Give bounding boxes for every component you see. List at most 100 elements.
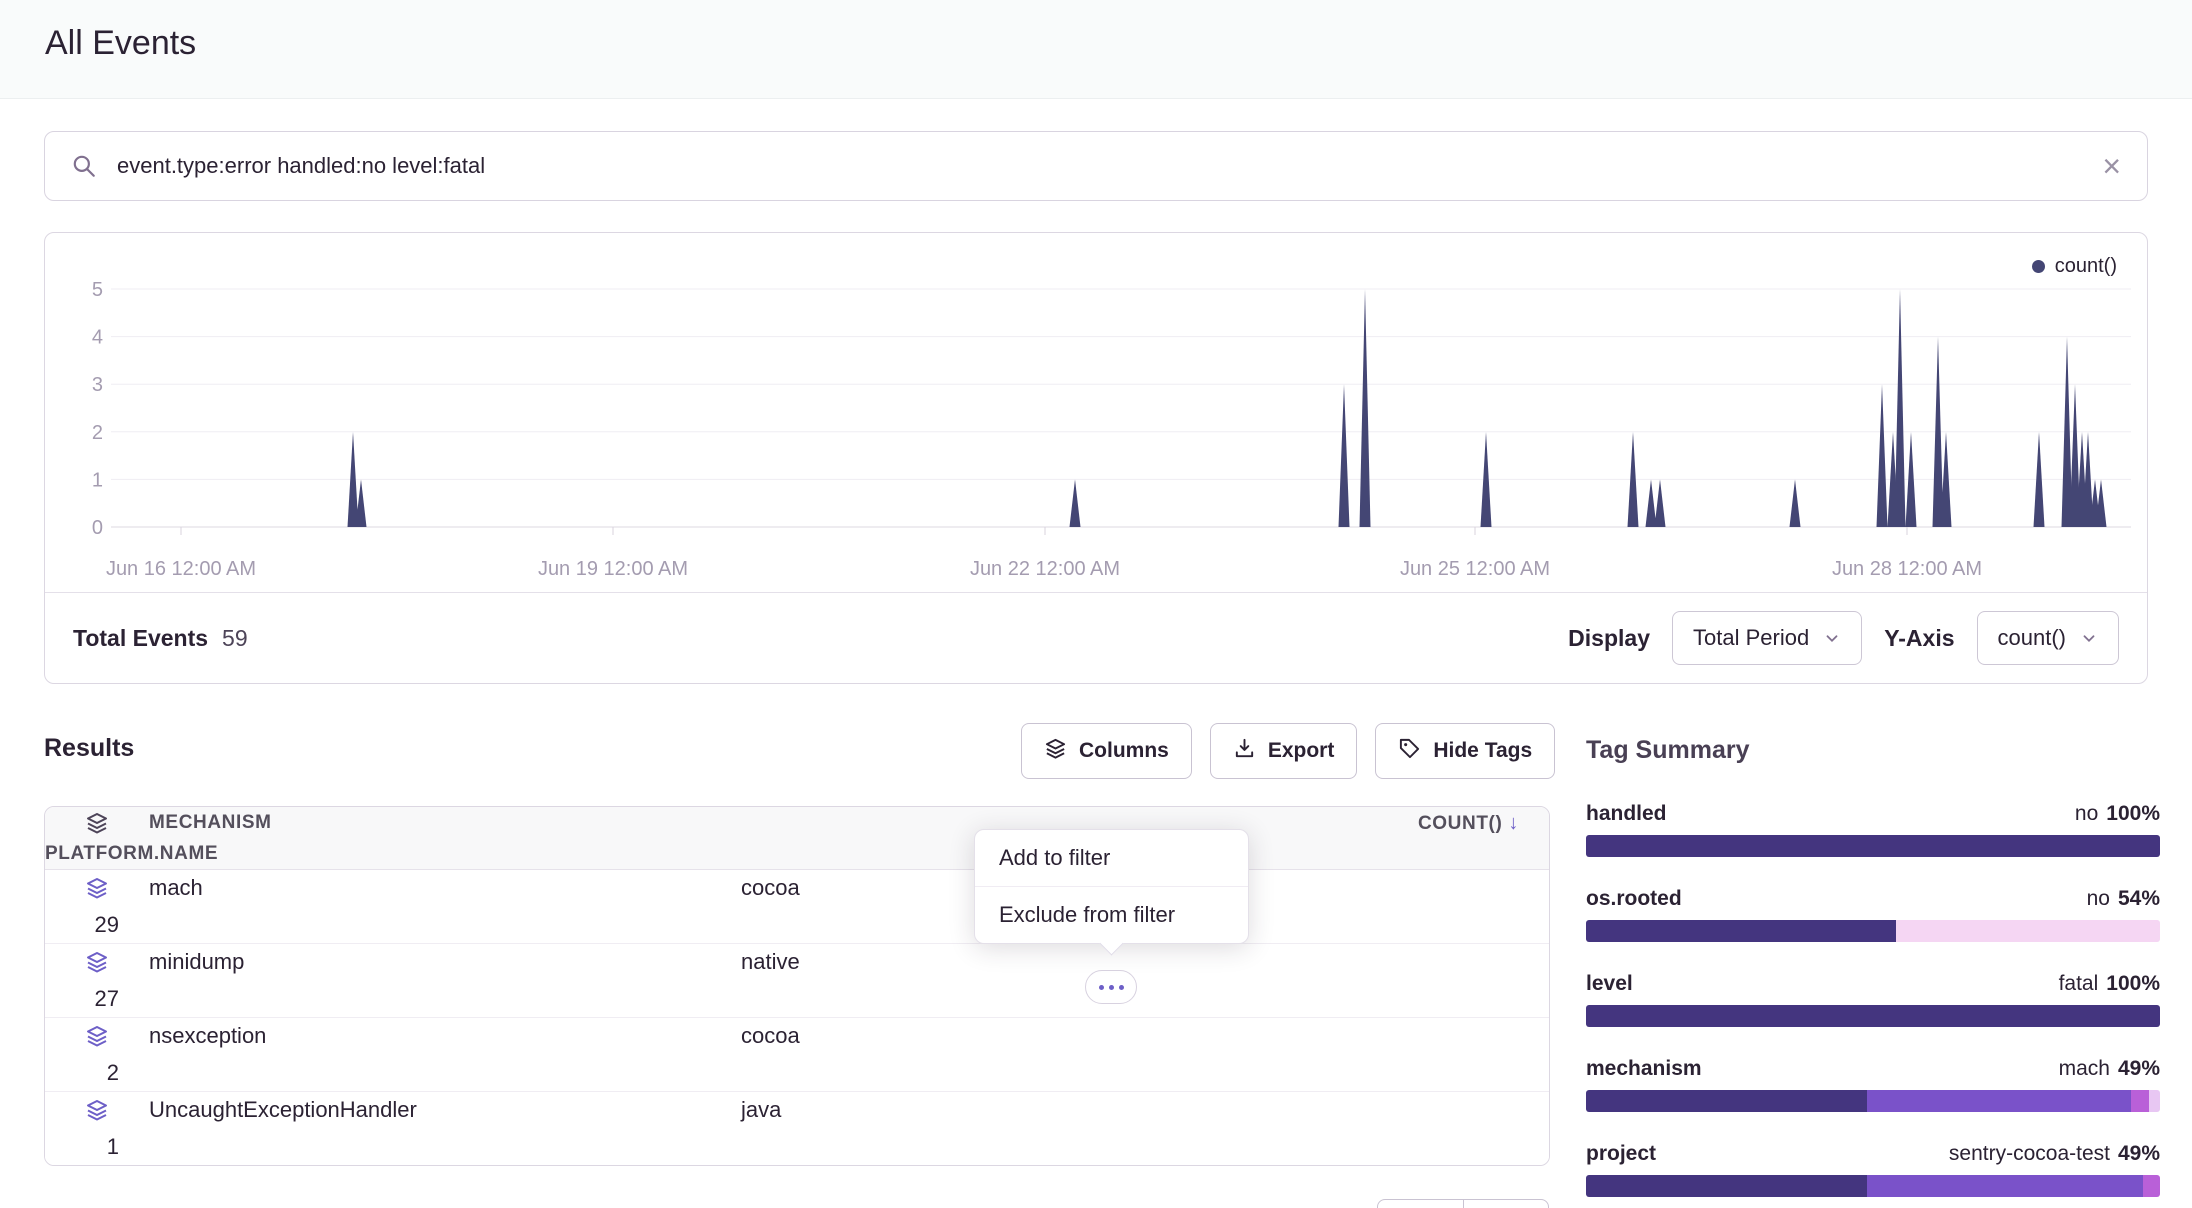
tag-value: no54% [2087,886,2160,912]
tag-entry: mechanism mach49% [1586,1056,2160,1112]
tag-entry: handled no100% [1586,801,2160,857]
y-axis-label: Y-Axis [1884,625,1954,652]
cell-platform: native [741,949,1549,975]
total-events-label: Total Events [73,625,208,652]
cell-count: 1 [45,1134,149,1160]
column-header-count-label: COUNT() [1418,813,1502,834]
layers-icon [85,1098,109,1122]
results-heading: Results [44,734,134,763]
tag-distribution-bar[interactable] [1586,920,2160,942]
chevron-down-icon [2080,629,2098,647]
display-select-value: Total Period [1693,625,1809,651]
svg-text:0: 0 [92,517,103,539]
app-window: All Events × count() 5 4 3 2 1 0Jun 16 12:00 … [0,0,2192,1208]
svg-text:5: 5 [92,279,103,301]
tag-distribution-bar[interactable] [1586,1005,2160,1027]
search-bar[interactable]: × [44,131,2148,201]
tag-distribution-bar[interactable] [1586,1090,2160,1112]
tag-entry: os.rooted no54% [1586,886,2160,942]
tag-name: mechanism [1586,1056,1702,1082]
cell-mechanism: mach [149,875,741,901]
hide-tags-button-label: Hide Tags [1433,739,1532,763]
pagination[interactable] [1377,1199,1549,1208]
y-axis-select-value: count() [1998,625,2066,651]
cell-actions-button[interactable] [1085,970,1137,1004]
svg-text:2: 2 [92,422,103,444]
svg-text:Jun 19 12:00 AM: Jun 19 12:00 AM [538,558,688,580]
cell-mechanism: UncaughtExceptionHandler [149,1097,741,1123]
chevron-down-icon [1823,629,1841,647]
search-input[interactable] [115,152,2084,180]
download-icon [1233,737,1256,766]
display-label: Display [1568,625,1650,652]
page-header: All Events [0,0,2192,99]
tag-entry: level fatal100% [1586,971,2160,1027]
tag-distribution-bar[interactable] [1586,1175,2160,1197]
column-header-platform[interactable]: PLATFORM.NAME [45,843,149,865]
table-header-row: MECHANISM PLATFORM.NAME COUNT() ↓ [45,807,1549,870]
layers-icon [85,876,109,900]
export-button[interactable]: Export [1210,723,1358,779]
page-title: All Events [45,24,196,63]
cell-count: 27 [45,986,149,1012]
cell-platform: java [741,1097,1549,1123]
tag-value: fatal100% [2059,971,2160,997]
next-page-button[interactable] [1464,1200,1549,1208]
tag-name: project [1586,1141,1656,1167]
display-select[interactable]: Total Period [1672,611,1862,665]
svg-text:1: 1 [92,469,103,491]
cell-action-menu: Add to filter Exclude from filter [974,829,1249,944]
ellipsis-icon [1119,985,1124,990]
tag-value: sentry-cocoa-test49% [1949,1141,2160,1167]
close-icon: × [2102,150,2121,182]
columns-button[interactable]: Columns [1021,723,1192,779]
tag-entry: project sentry-cocoa-test49% [1586,1141,2160,1197]
table-row[interactable]: nsexception cocoa 2 [45,1018,1549,1092]
tag-value: mach49% [2059,1056,2160,1082]
layers-icon [1044,737,1067,766]
events-chart: 5 4 3 2 1 0Jun 16 12:00 AM Jun 19 12:00 AM Jun … [45,233,2147,593]
svg-text:4: 4 [92,327,103,349]
tag-summary-heading: Tag Summary [1586,736,2160,765]
previous-page-button[interactable] [1378,1200,1464,1208]
tag-distribution-bar[interactable] [1586,835,2160,857]
tag-icon [1398,737,1421,766]
results-table: MECHANISM PLATFORM.NAME COUNT() ↓ mach co… [44,806,1550,1166]
cell-count: 29 [45,912,149,938]
column-header-mechanism[interactable]: MECHANISM [149,812,741,834]
cell-mechanism: nsexception [149,1023,741,1049]
tag-name: os.rooted [1586,886,1682,912]
menu-item-exclude-from-filter[interactable]: Exclude from filter [975,886,1248,943]
tag-name: handled [1586,801,1667,827]
clear-search-button[interactable]: × [2102,150,2121,182]
results-toolbar: Columns Export Hide Tags [1021,723,1555,779]
tag-name: level [1586,971,1633,997]
chart-footer: Total Events 59 Display Total Period Y-A… [45,592,2147,683]
columns-button-label: Columns [1079,739,1169,763]
svg-text:Jun 22 12:00 AM: Jun 22 12:00 AM [970,558,1120,580]
column-header-count[interactable]: COUNT() ↓ [1418,812,1549,835]
layers-icon [85,811,109,835]
menu-item-add-to-filter[interactable]: Add to filter [975,830,1248,886]
ellipsis-icon [1109,985,1114,990]
tag-summary: Tag Summary handled no100% os.rooted no5… [1586,736,2160,1208]
cell-mechanism: minidump [149,949,741,975]
cell-count: 2 [45,1060,149,1086]
table-row[interactable]: mach cocoa 29 [45,870,1549,944]
svg-text:Jun 16 12:00 AM: Jun 16 12:00 AM [106,558,256,580]
table-row[interactable]: UncaughtExceptionHandler java 1 [45,1092,1549,1165]
hide-tags-button[interactable]: Hide Tags [1375,723,1555,779]
svg-text:Jun 25 12:00 AM: Jun 25 12:00 AM [1400,558,1550,580]
table-row[interactable]: minidump native 27 [45,944,1549,1018]
svg-text:Jun 28 12:00 AM: Jun 28 12:00 AM [1832,558,1982,580]
ellipsis-icon [1099,985,1104,990]
svg-text:3: 3 [92,374,103,396]
cell-platform: cocoa [741,1023,1549,1049]
export-button-label: Export [1268,739,1335,763]
search-icon [71,153,97,179]
total-events-value: 59 [222,625,248,652]
layers-icon [85,1024,109,1048]
events-chart-panel: count() 5 4 3 2 1 0Jun 16 12:00 AM Jun 19 12:0… [44,232,2148,684]
y-axis-select[interactable]: count() [1977,611,2119,665]
arrow-down-icon: ↓ [1508,812,1519,834]
